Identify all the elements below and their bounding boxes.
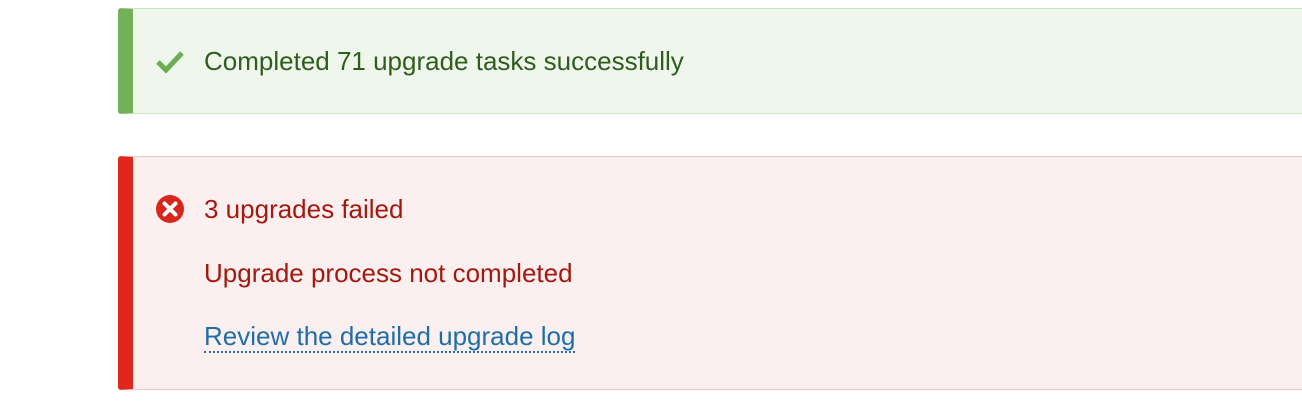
- success-message: Completed 71 upgrade tasks successfully: [204, 46, 684, 76]
- checkmark-icon: [155, 46, 185, 76]
- upgrade-log-link[interactable]: Review the detailed upgrade log: [204, 321, 576, 353]
- error-title: 3 upgrades failed: [204, 194, 404, 224]
- success-alert: Completed 71 upgrade tasks successfully: [118, 8, 1302, 114]
- upgrade-results-page: Completed 71 upgrade tasks successfully …: [0, 0, 1302, 416]
- error-subtitle: Upgrade process not completed: [204, 258, 573, 288]
- error-circle-icon: [155, 194, 185, 224]
- error-alert: 3 upgrades failed Upgrade process not co…: [118, 156, 1302, 390]
